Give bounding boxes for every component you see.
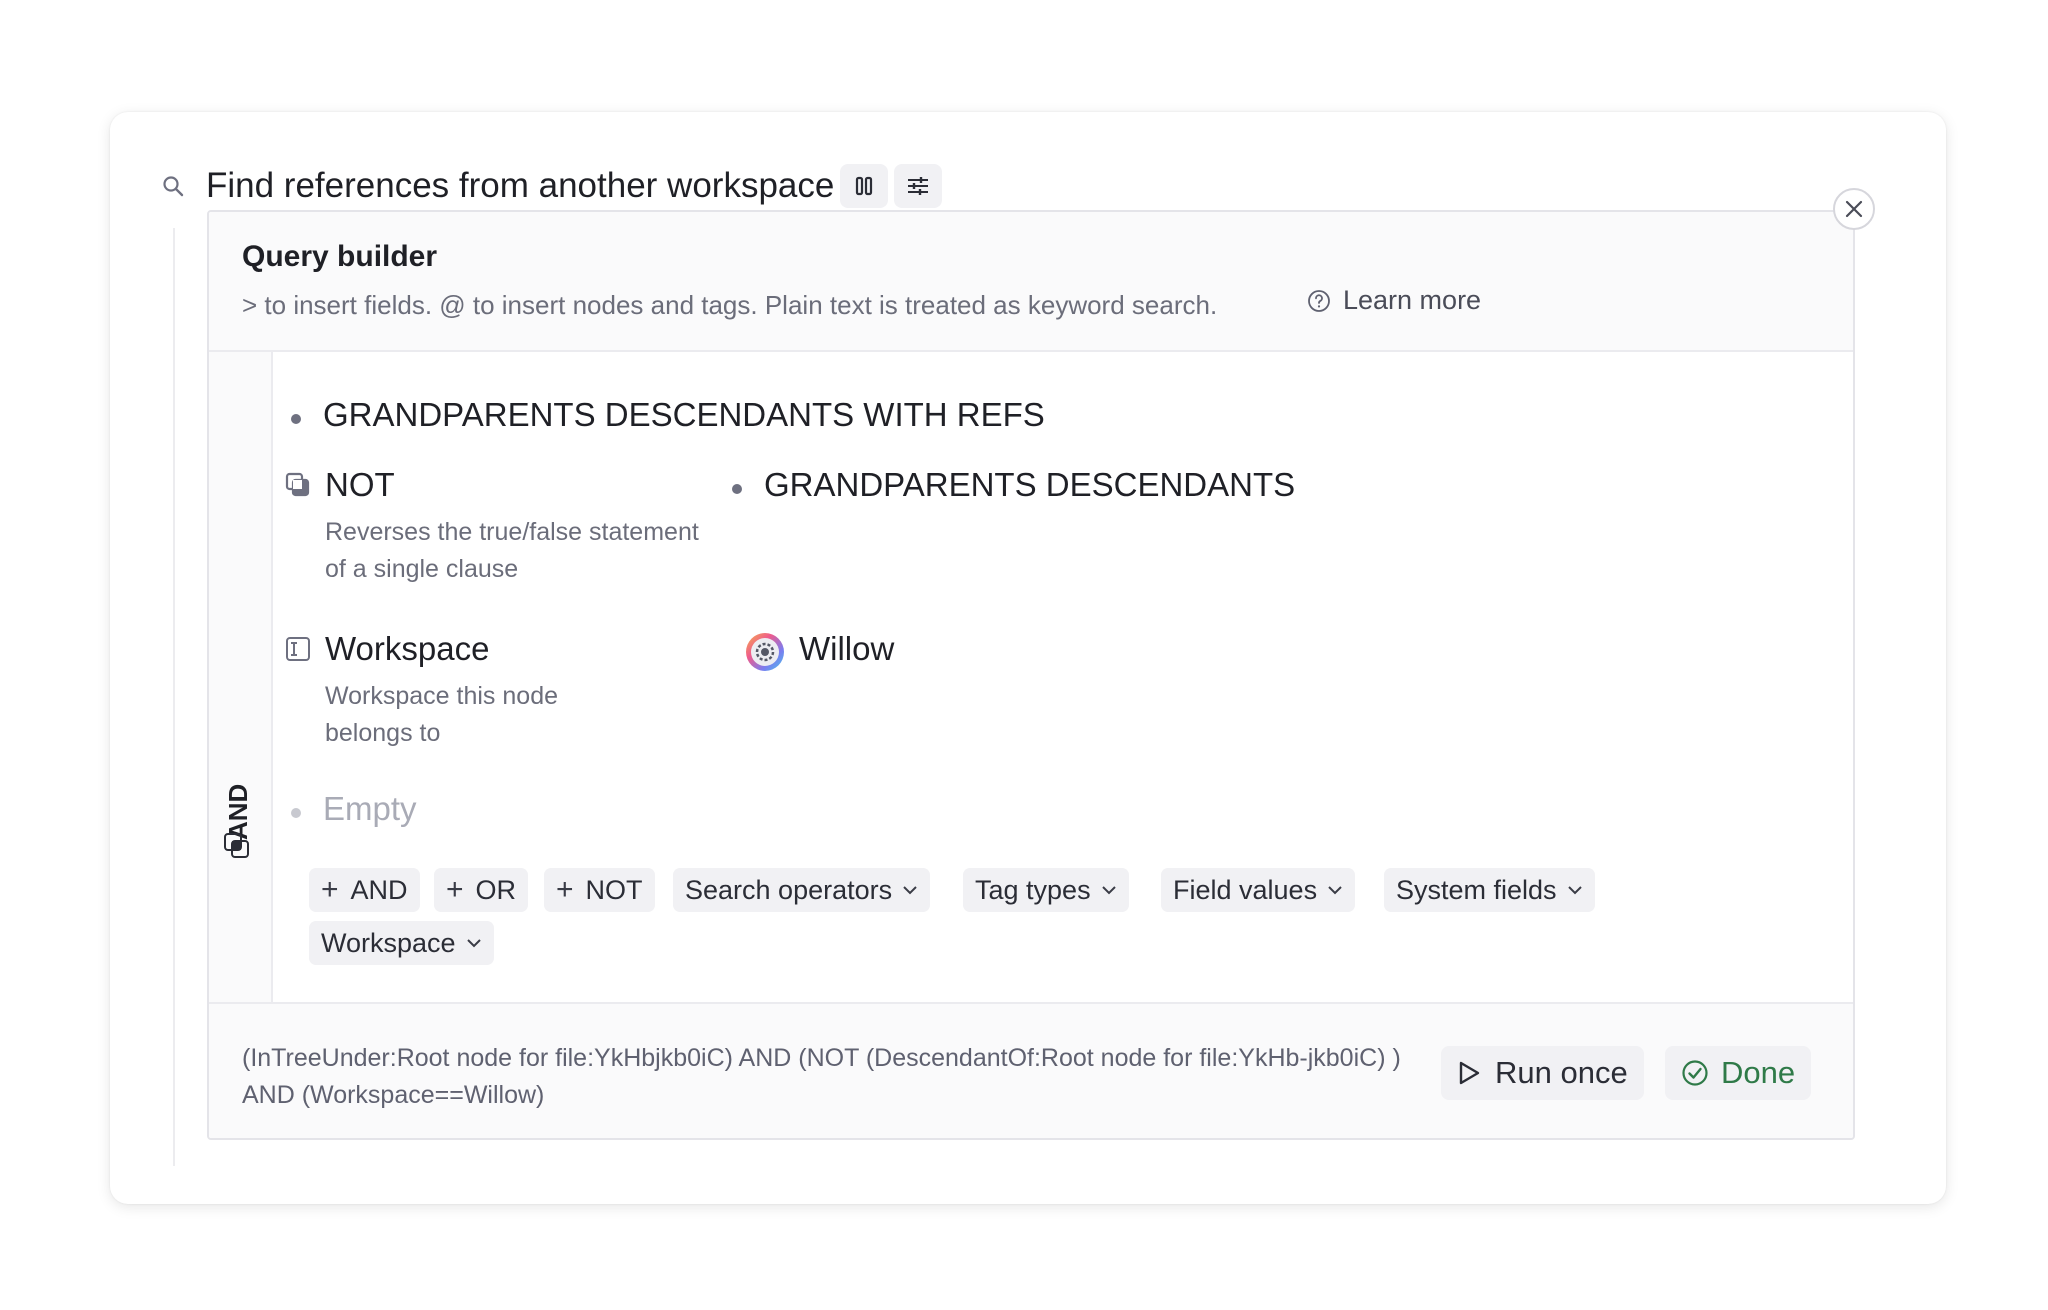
and-operator-icon — [223, 832, 251, 865]
plus-icon: + — [321, 873, 339, 906]
add-or-button[interactable]: + OR — [434, 868, 529, 912]
check-circle-icon — [1681, 1059, 1709, 1087]
workspace-value-row[interactable]: Willow — [745, 630, 894, 672]
clause-grandparents-descendants[interactable]: GRANDPARENTS DESCENDANTS — [764, 466, 1295, 504]
help-circle-icon — [1307, 289, 1331, 313]
run-once-label: Run once — [1495, 1055, 1628, 1090]
bullet-icon — [291, 414, 301, 424]
workspace-dropdown[interactable]: Workspace — [309, 921, 494, 965]
field-values-dropdown[interactable]: Field values — [1161, 868, 1356, 912]
query-builder-header: Query builder > to insert fields. @ to i… — [209, 212, 1853, 352]
clause-grandparents-descendants-with-refs[interactable]: GRANDPARENTS DESCENDANTS WITH REFS — [323, 396, 1045, 434]
done-button[interactable]: Done — [1665, 1046, 1812, 1100]
tag-types-dropdown[interactable]: Tag types — [963, 868, 1129, 912]
chevron-down-icon — [466, 938, 482, 948]
not-operator-label[interactable]: NOT — [325, 466, 725, 504]
field-icon — [285, 636, 315, 667]
query-builder-hint: > to insert fields. @ to insert nodes an… — [242, 290, 1218, 320]
bullet-icon — [291, 808, 301, 818]
not-clause-value-row[interactable]: GRANDPARENTS DESCENDANTS — [732, 466, 1295, 504]
columns-icon — [855, 176, 873, 196]
plus-icon: + — [556, 873, 574, 906]
search-operators-dropdown[interactable]: Search operators — [673, 868, 931, 912]
play-icon — [1457, 1060, 1481, 1086]
chevron-down-icon — [1327, 885, 1343, 895]
close-icon — [1844, 199, 1864, 219]
learn-more-link[interactable]: Learn more — [1307, 285, 1481, 316]
bullet-icon — [732, 484, 742, 494]
workspace-field-description: Workspace this node belongs to — [325, 682, 558, 747]
query-builder-title: Query builder — [242, 240, 438, 273]
sliders-icon — [907, 176, 929, 196]
add-and-button[interactable]: + AND — [309, 868, 420, 912]
not-operator-description: Reverses the true/false statement of a s… — [325, 518, 699, 583]
workspace-field-row: Workspace Workspace this node belongs to — [285, 630, 725, 752]
columns-button[interactable] — [840, 164, 889, 208]
add-not-button[interactable]: + NOT — [544, 868, 655, 912]
search-title[interactable]: Find references from another workspace — [206, 166, 834, 206]
search-icon — [162, 174, 186, 198]
plus-icon: + — [446, 873, 464, 906]
learn-more-label: Learn more — [1343, 285, 1482, 315]
empty-clause-placeholder[interactable]: Empty — [323, 790, 417, 828]
query-footer: (InTreeUnder:Root node for file:YkHbjkb0… — [209, 1002, 1853, 1138]
chevron-down-icon — [1101, 885, 1117, 895]
not-operator-icon — [285, 472, 315, 503]
workspace-avatar-icon — [745, 632, 785, 672]
and-operator-rail[interactable]: AND — [209, 352, 273, 1002]
tree-guide-line — [173, 228, 175, 1166]
display-options-button[interactable] — [894, 164, 943, 208]
chevron-down-icon — [902, 885, 918, 895]
query-expression: (InTreeUnder:Root node for file:YkHbjkb0… — [242, 1044, 1401, 1109]
run-once-button[interactable]: Run once — [1441, 1046, 1644, 1100]
done-label: Done — [1721, 1055, 1796, 1090]
workspace-value-willow[interactable]: Willow — [799, 630, 894, 668]
search-row: Find references from another workspace — [162, 160, 943, 212]
not-clause-row: NOT Reverses the true/false statement of… — [285, 466, 725, 588]
close-button[interactable] — [1833, 188, 1875, 230]
workspace-field-label[interactable]: Workspace — [325, 630, 725, 668]
system-fields-dropdown[interactable]: System fields — [1384, 868, 1595, 912]
query-builder-panel: Query builder > to insert fields. @ to i… — [207, 210, 1855, 1140]
empty-clause-row[interactable]: Empty — [291, 790, 417, 828]
chevron-down-icon — [1567, 885, 1583, 895]
clause-row[interactable]: GRANDPARENTS DESCENDANTS WITH REFS — [291, 396, 1045, 434]
